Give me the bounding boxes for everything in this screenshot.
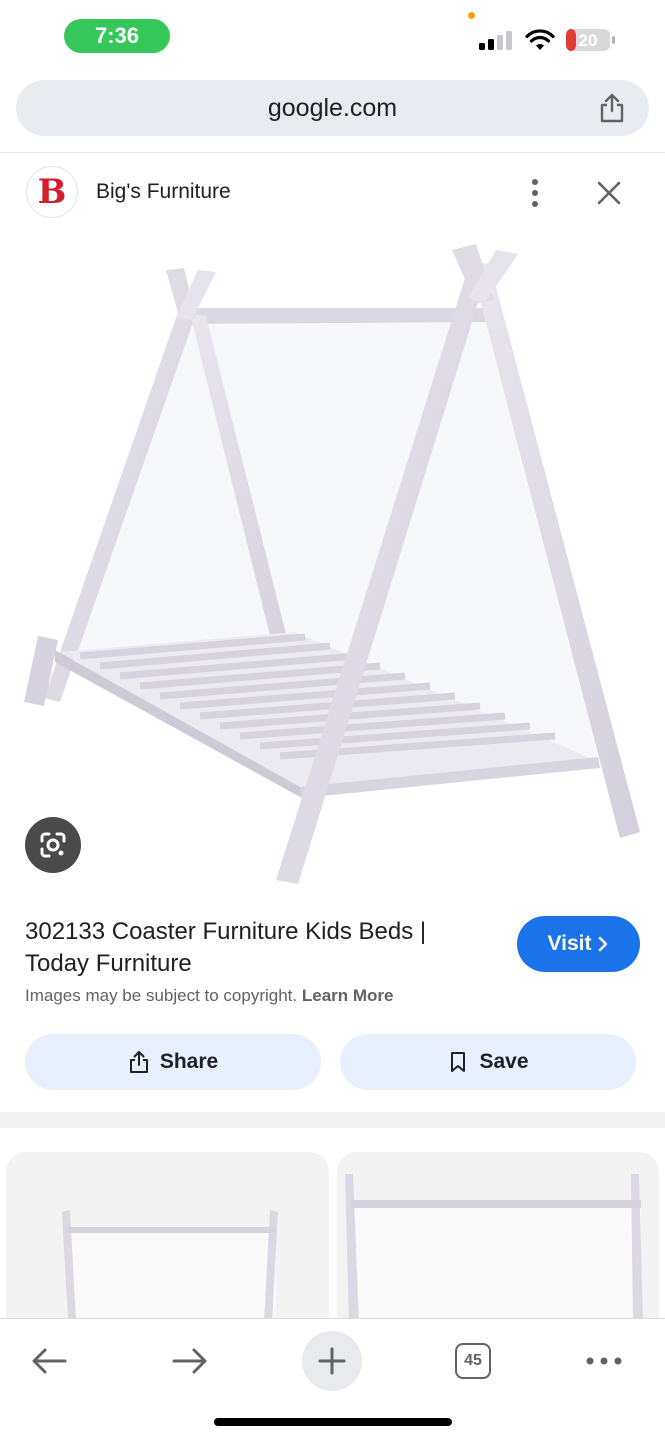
copyright-notice: Images may be subject to copyright. Lear… — [25, 986, 394, 1006]
status-bar: 7:36 20 — [0, 0, 665, 72]
close-icon[interactable] — [592, 176, 626, 210]
privacy-indicator-dot — [468, 12, 475, 19]
lens-icon — [40, 832, 66, 858]
forward-button[interactable] — [160, 1331, 220, 1391]
source-logo-letter: B — [37, 172, 67, 212]
learn-more-link[interactable]: Learn More — [302, 986, 394, 1005]
related-image-2-graphic — [345, 1174, 643, 1322]
battery-level: 20 — [579, 31, 598, 50]
arrow-right-icon — [172, 1348, 207, 1374]
share-label: Share — [159, 1050, 219, 1073]
share-button[interactable]: Share — [25, 1034, 321, 1090]
chevron-right-icon — [599, 936, 608, 952]
signal-icon — [479, 31, 512, 50]
url-text[interactable]: google.com — [16, 94, 649, 123]
share-icon[interactable] — [597, 92, 627, 124]
visit-button[interactable]: Visit — [517, 916, 640, 972]
related-image-1-graphic — [62, 1210, 278, 1322]
divider — [0, 152, 665, 153]
related-image-1[interactable] — [6, 1152, 329, 1322]
more-menu-button[interactable] — [574, 1331, 634, 1391]
tab-switcher-button[interactable]: 45 — [443, 1331, 503, 1391]
new-tab-button[interactable] — [302, 1331, 362, 1391]
tabs-count: 45 — [455, 1343, 491, 1379]
google-lens-button[interactable] — [25, 817, 81, 873]
status-time: 7:36 — [64, 19, 170, 53]
back-button[interactable] — [19, 1331, 79, 1391]
share-icon — [129, 1051, 148, 1073]
wifi-icon — [525, 29, 555, 50]
related-image-2[interactable] — [337, 1152, 659, 1322]
more-vert-icon[interactable] — [520, 176, 550, 210]
result-title[interactable]: 302133 Coaster Furniture Kids Beds | Tod… — [25, 916, 495, 980]
save-button[interactable]: Save — [340, 1034, 636, 1090]
copyright-text: Images may be subject to copyright. — [25, 986, 298, 1005]
battery-icon: 20 — [566, 29, 615, 51]
home-indicator[interactable] — [214, 1418, 452, 1426]
plus-icon — [318, 1347, 346, 1375]
arrow-left-icon — [32, 1348, 67, 1374]
address-bar[interactable]: google.com — [16, 80, 649, 136]
bookmark-icon — [451, 1052, 466, 1072]
source-logo[interactable]: B — [26, 166, 78, 218]
product-image[interactable] — [0, 232, 665, 892]
more-horiz-icon — [586, 1357, 622, 1365]
save-label: Save — [479, 1050, 529, 1073]
section-separator — [0, 1112, 665, 1128]
visit-label: Visit — [547, 932, 592, 955]
source-name[interactable]: Big's Furniture — [96, 180, 231, 204]
source-header: B Big's Furniture — [0, 160, 665, 230]
